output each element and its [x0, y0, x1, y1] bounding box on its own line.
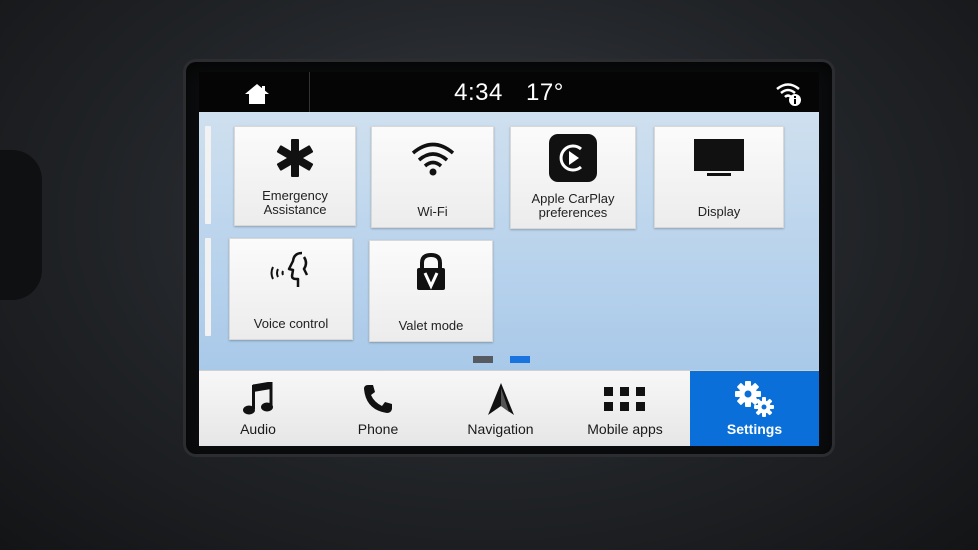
- grid-icon: [604, 387, 645, 411]
- page-dot-inactive[interactable]: [473, 356, 493, 363]
- bottom-nav-bar: Audio Phone Navigation Mobile apps Setti…: [199, 370, 819, 446]
- nav-settings[interactable]: Settings: [690, 371, 819, 446]
- clock: 4:34: [454, 79, 503, 106]
- tile-label: Display: [697, 204, 741, 219]
- tile-label: Apple CarPlay preferences: [531, 191, 615, 220]
- nav-label: Navigation: [467, 421, 534, 437]
- tile-wifi[interactable]: Wi-Fi: [371, 126, 494, 228]
- nav-label: Settings: [726, 421, 783, 437]
- carplay-icon: [549, 134, 597, 182]
- nav-audio[interactable]: Audio: [199, 371, 317, 446]
- infotainment-screen: 4:34 17° Emergency Assistance Wi-Fi Appl…: [199, 72, 819, 446]
- nav-navigation[interactable]: Navigation: [439, 371, 562, 446]
- nav-label: Mobile apps: [587, 421, 663, 437]
- navigation-arrow-icon: [487, 383, 514, 415]
- tile-display[interactable]: Display: [654, 126, 784, 228]
- tile-label: Voice control: [253, 316, 329, 331]
- monitor-icon: [694, 139, 744, 176]
- tile-valet-mode[interactable]: Valet mode: [369, 240, 493, 342]
- air-vent: [0, 150, 42, 300]
- tile-apple-carplay-preferences[interactable]: Apple CarPlay preferences: [510, 126, 636, 229]
- tile-label: Emergency Assistance: [262, 188, 328, 217]
- wifi-info-icon[interactable]: [775, 80, 803, 106]
- tile-emergency-assistance[interactable]: Emergency Assistance: [234, 126, 356, 226]
- asterisk-icon: [276, 139, 314, 177]
- status-readout: 4:34 17°: [199, 79, 819, 107]
- settings-grid: Emergency Assistance Wi-Fi Apple CarPlay…: [199, 112, 819, 370]
- status-bar: 4:34 17°: [199, 72, 819, 112]
- tile-voice-control[interactable]: Voice control: [229, 238, 353, 340]
- previous-page-edge: [205, 126, 211, 224]
- tile-label: Wi-Fi: [417, 204, 448, 219]
- previous-page-edge: [205, 238, 211, 336]
- tile-label: Valet mode: [398, 318, 464, 333]
- phone-icon: [364, 385, 392, 413]
- nav-phone[interactable]: Phone: [317, 371, 439, 446]
- page-dot-active: [510, 356, 530, 363]
- padlock-v-icon: [417, 252, 445, 290]
- wifi-icon: [411, 142, 454, 176]
- nav-mobile-apps[interactable]: Mobile apps: [562, 371, 688, 446]
- nav-label: Audio: [240, 421, 276, 437]
- voice-icon: [270, 251, 309, 287]
- music-note-icon: [243, 382, 273, 415]
- gears-icon: [734, 381, 774, 417]
- outside-temperature: 17°: [526, 79, 564, 106]
- nav-label: Phone: [357, 421, 399, 437]
